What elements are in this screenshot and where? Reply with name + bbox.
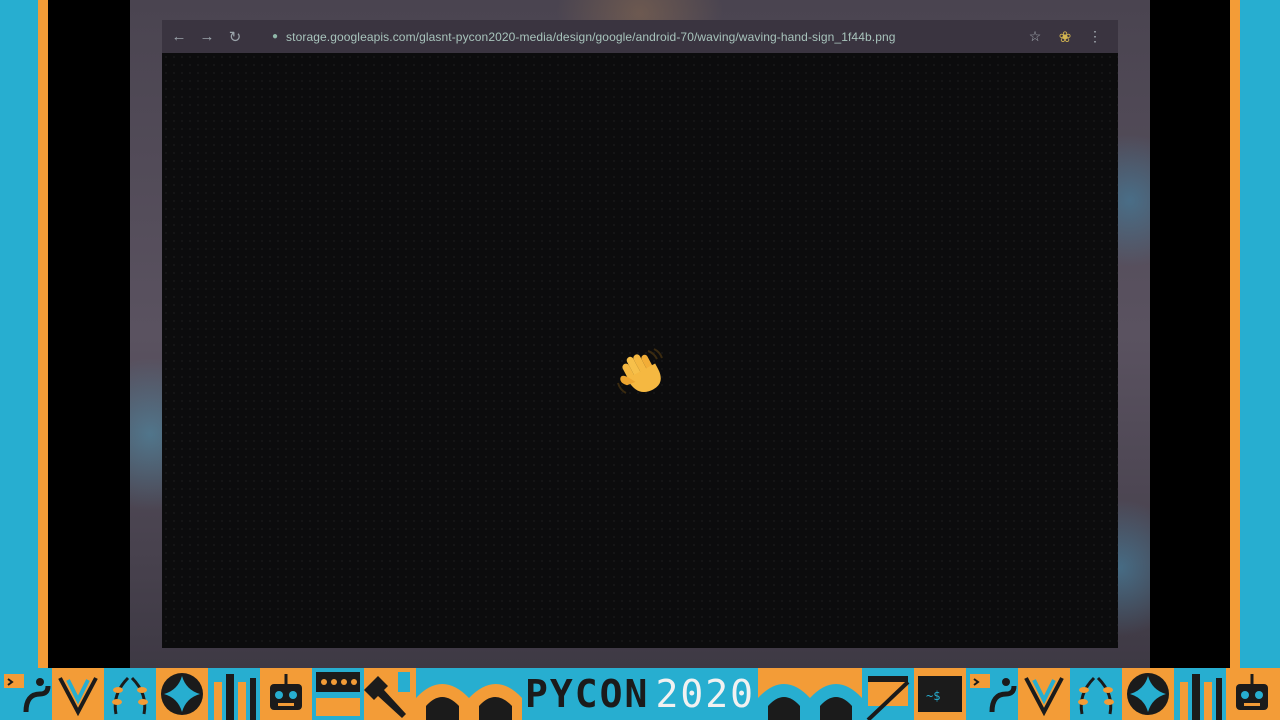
pycon-logo-text: PYCON	[525, 672, 650, 716]
arrow-right-icon: →	[199, 28, 215, 45]
banner-tile-terminal-snake-2	[966, 668, 1018, 720]
frame-right-orange-stripe	[1230, 0, 1240, 668]
banner-tile-sparkle-2	[1122, 668, 1174, 720]
kebab-menu-icon: ⋮	[1088, 28, 1102, 44]
reload-button[interactable]: ↻	[222, 24, 248, 50]
browser-window: ← → ↻ ● storage.googleapis.com/glasnt-py…	[162, 20, 1118, 648]
lock-icon: ●	[272, 31, 279, 42]
frame-left-orange-stripe	[38, 0, 48, 668]
banner-tile-robot-2	[1226, 668, 1280, 720]
banner-tile-laurel-2	[1070, 668, 1122, 720]
url-text: storage.googleapis.com/glasnt-pycon2020-…	[286, 29, 896, 44]
banner-tile-columns-2	[1174, 668, 1226, 720]
pycon-2020-logo: PYCON 2020	[522, 668, 758, 720]
banner-tile-checkmark	[52, 668, 104, 720]
banner-tile-robot	[260, 668, 312, 720]
reload-icon: ↻	[228, 28, 242, 46]
bookmark-star-button[interactable]: ☆	[1020, 25, 1050, 49]
arrow-left-icon: ←	[171, 28, 187, 45]
pycon-banner: PYCON 2020 ~$	[0, 668, 1280, 720]
svg-text:~$: ~$	[926, 689, 940, 703]
back-button[interactable]: ←	[166, 24, 192, 50]
banner-tile-arches-right	[758, 668, 862, 720]
banner-tile-sparkle	[156, 668, 208, 720]
banner-tile-arches	[416, 668, 522, 720]
banner-tile-columns	[208, 668, 260, 720]
address-bar[interactable]: ● storage.googleapis.com/glasnt-pycon202…	[272, 25, 1020, 49]
banner-tile-wrench	[364, 668, 416, 720]
browser-menu-button[interactable]: ⋮	[1080, 25, 1110, 49]
toolbar-actions: ☆ ❀ ⋮	[1020, 25, 1110, 49]
extension-button[interactable]: ❀	[1050, 25, 1080, 49]
banner-tile-laurel	[104, 668, 156, 720]
forward-button[interactable]: →	[194, 24, 220, 50]
banner-tile-grid-dots	[312, 668, 364, 720]
star-icon: ☆	[1028, 28, 1042, 44]
browser-viewport	[162, 53, 1118, 648]
browser-toolbar: ← → ↻ ● storage.googleapis.com/glasnt-py…	[162, 20, 1118, 53]
pycon-logo-year: 2020	[655, 672, 755, 716]
frame-right-blue	[1240, 0, 1280, 668]
banner-tile-checkmark-2	[1018, 668, 1070, 720]
banner-tile-window	[862, 668, 914, 720]
banner-tile-terminal-snake	[0, 668, 52, 720]
extension-icon: ❀	[1058, 28, 1072, 46]
frame-left-blue	[0, 0, 38, 668]
banner-tile-terminal-prompt: ~$	[914, 668, 966, 720]
waving-hand-emoji	[617, 348, 663, 394]
